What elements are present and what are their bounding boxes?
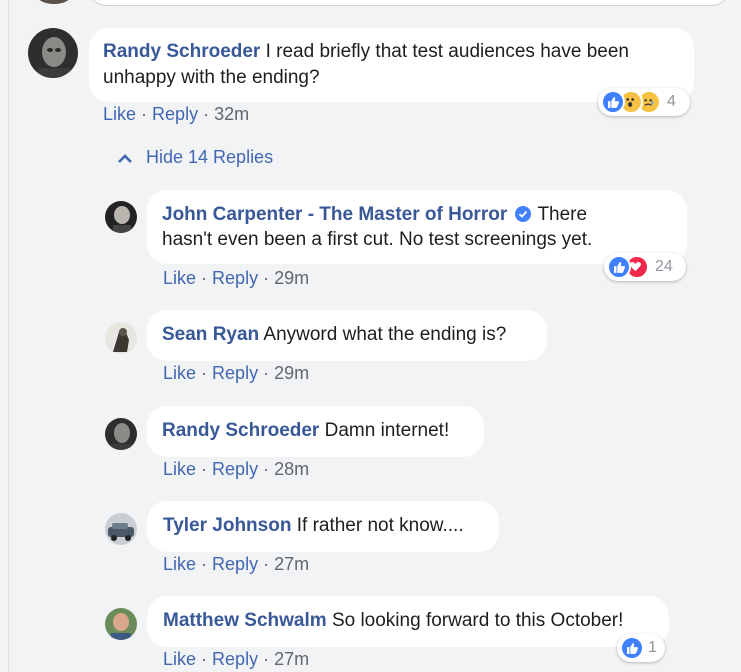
- timestamp[interactable]: 27m: [274, 554, 309, 574]
- reply-button[interactable]: Reply: [152, 104, 198, 124]
- separator: ·: [203, 104, 215, 124]
- reply-text: Anyword what the ending is?: [263, 324, 507, 345]
- chevron-up-icon: [118, 153, 132, 163]
- reply-author-link[interactable]: Randy Schroeder: [162, 420, 319, 441]
- reply-actions: Like · Reply · 29m: [163, 268, 309, 289]
- like-button[interactable]: Like: [163, 268, 196, 288]
- avatar[interactable]: [28, 28, 78, 78]
- hide-replies-button[interactable]: Hide 14 Replies: [118, 147, 273, 168]
- reply-text: If rather not know....: [296, 515, 464, 536]
- like-button[interactable]: Like: [163, 363, 196, 383]
- separator: ·: [201, 554, 213, 574]
- timestamp[interactable]: 28m: [274, 459, 309, 479]
- reply-text: There: [537, 204, 588, 225]
- separator: ·: [263, 363, 275, 383]
- separator: ·: [263, 649, 275, 669]
- like-icon: [607, 255, 631, 279]
- reply-button[interactable]: Reply: [212, 554, 258, 574]
- reply-bubble: Tyler Johnson If rather not know....: [147, 501, 499, 552]
- reply-actions: Like · Reply · 27m: [163, 554, 309, 575]
- verified-badge-icon: [514, 206, 531, 222]
- reply-author-link[interactable]: Matthew Schwalm: [163, 610, 327, 631]
- avatar-image: [105, 513, 137, 545]
- avatar-image: [105, 201, 137, 233]
- reaction-count: 1: [648, 639, 657, 656]
- reply-actions: Like · Reply · 28m: [163, 459, 309, 480]
- separator: ·: [201, 459, 213, 479]
- separator: ·: [263, 268, 275, 288]
- timestamp[interactable]: 27m: [274, 649, 309, 669]
- reply-button[interactable]: Reply: [212, 363, 258, 383]
- like-button[interactable]: Like: [163, 649, 196, 669]
- separator: ·: [263, 554, 275, 574]
- reply-text-continued: hasn't even been a first cut. No test sc…: [162, 229, 593, 250]
- reply-button[interactable]: Reply: [212, 268, 258, 288]
- reply-button[interactable]: Reply: [212, 459, 258, 479]
- reply-actions: Like · Reply · 27m: [163, 649, 309, 670]
- separator: ·: [201, 268, 213, 288]
- like-button[interactable]: Like: [163, 554, 196, 574]
- reply-reactions[interactable]: 1: [617, 634, 665, 662]
- reply-author-link[interactable]: Tyler Johnson: [163, 515, 291, 536]
- reply-button[interactable]: Reply: [212, 649, 258, 669]
- reply-actions: Like · Reply · 29m: [163, 363, 309, 384]
- timestamp[interactable]: 32m: [214, 104, 249, 124]
- avatar-image: [105, 418, 137, 450]
- reaction-count: 24: [655, 258, 673, 275]
- separator: ·: [201, 649, 213, 669]
- like-button[interactable]: Like: [163, 459, 196, 479]
- avatar[interactable]: [105, 322, 137, 354]
- comment-author-link[interactable]: Randy Schroeder: [103, 41, 260, 62]
- avatar-image: [105, 322, 137, 354]
- reply-text: So looking forward to this October!: [331, 610, 624, 631]
- hide-replies-label: Hide 14 Replies: [146, 147, 274, 167]
- avatar[interactable]: [105, 513, 137, 545]
- separator: ·: [201, 363, 213, 383]
- reply-author-link[interactable]: Sean Ryan: [162, 324, 259, 345]
- separator: ·: [141, 104, 153, 124]
- reply-bubble: Sean Ryan Anyword what the ending is?: [147, 310, 547, 361]
- separator: ·: [263, 459, 275, 479]
- previous-comment-bubble: [88, 0, 730, 6]
- timestamp[interactable]: 29m: [274, 363, 309, 383]
- reply-bubble: Matthew Schwalm So looking forward to th…: [147, 596, 669, 647]
- comment-reactions[interactable]: 4: [598, 88, 690, 116]
- reply-bubble: John Carpenter - The Master of Horror Th…: [147, 190, 687, 264]
- timestamp[interactable]: 29m: [274, 268, 309, 288]
- reply-bubble: Randy Schroeder Damn internet!: [147, 406, 484, 457]
- feed-left-border: [8, 0, 9, 672]
- like-icon: [620, 636, 644, 660]
- avatar-image: [105, 608, 137, 640]
- avatar[interactable]: [105, 201, 137, 233]
- like-button[interactable]: Like: [103, 104, 136, 124]
- comment-actions: Like · Reply · 32m: [103, 104, 249, 125]
- like-icon: [601, 90, 625, 114]
- avatar[interactable]: [105, 608, 137, 640]
- reply-reactions[interactable]: 24: [604, 253, 686, 281]
- reply-author-link[interactable]: John Carpenter - The Master of Horror: [162, 204, 507, 225]
- reply-text: Damn internet!: [324, 420, 450, 441]
- avatar[interactable]: [105, 418, 137, 450]
- reaction-count: 4: [667, 93, 676, 110]
- previous-comment-avatar[interactable]: [36, 0, 72, 4]
- avatar-image: [28, 28, 78, 78]
